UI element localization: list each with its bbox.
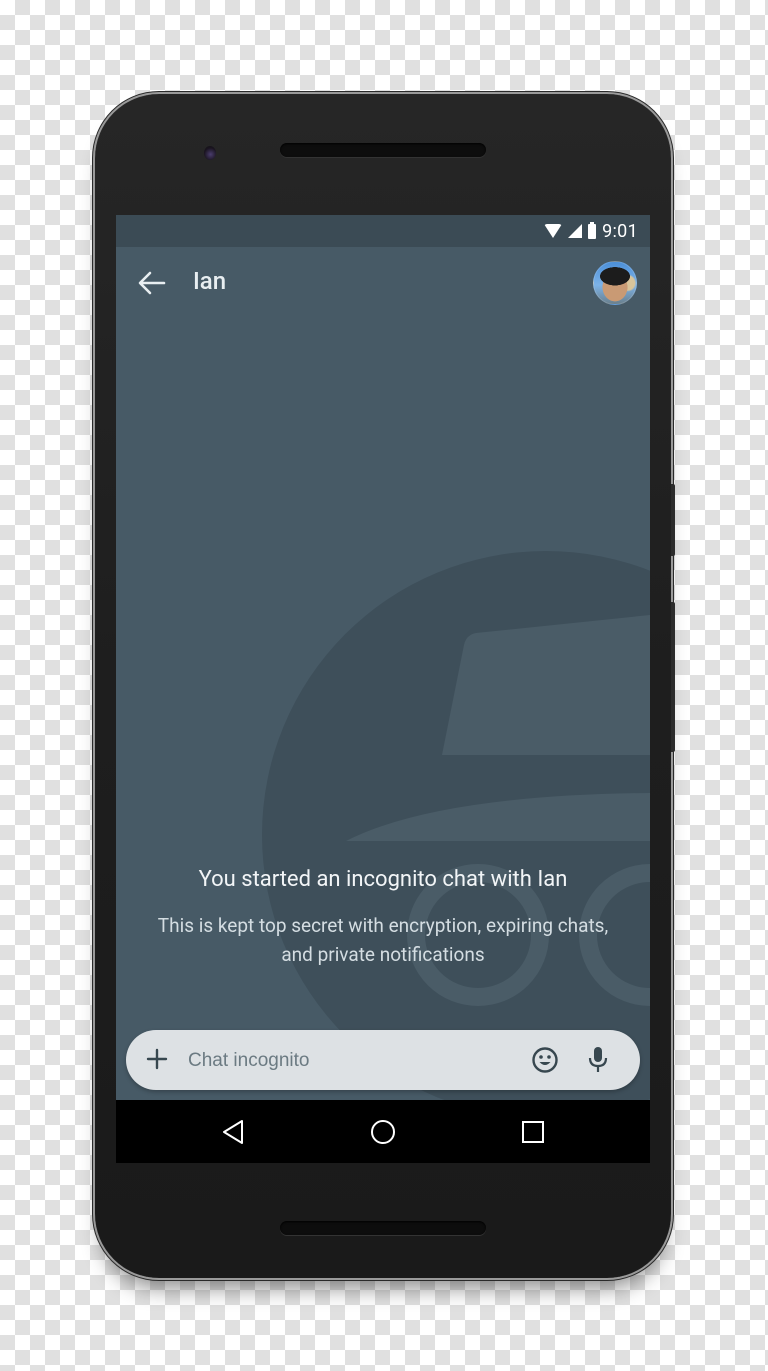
arrow-back-icon[interactable] (134, 269, 170, 297)
front-camera (204, 146, 216, 160)
incognito-icon (262, 551, 650, 1119)
recents-square-icon[interactable] (519, 1118, 547, 1146)
phone-device-frame: 9:01 Ian You started an incognito chat w… (95, 94, 675, 1278)
status-bar: 9:01 (116, 215, 650, 247)
avatar[interactable] (593, 261, 637, 305)
home-circle-icon[interactable] (369, 1118, 397, 1146)
system-navigation-bar (116, 1100, 650, 1163)
microphone-icon[interactable] (587, 1046, 609, 1074)
battery-icon (588, 221, 597, 239)
back-triangle-icon[interactable] (220, 1118, 248, 1146)
contact-name-title: Ian (193, 267, 227, 295)
wifi-icon (544, 224, 563, 238)
earpiece-speaker (280, 143, 486, 157)
volume-rocker (671, 602, 675, 752)
emoji-icon[interactable] (531, 1046, 559, 1074)
plus-icon[interactable] (146, 1048, 168, 1070)
bottom-speaker (280, 1221, 486, 1235)
intro-description: This is kept top secret with encryption,… (157, 914, 609, 966)
power-button (671, 484, 675, 556)
app-bar: Ian (116, 247, 650, 319)
screen: 9:01 Ian You started an incognito chat w… (116, 215, 650, 1163)
incognito-intro: You started an incognito chat with Ian T… (116, 865, 650, 969)
message-composer (126, 1030, 640, 1090)
status-time: 9:01 (602, 220, 638, 242)
cell-signal-icon (568, 224, 583, 238)
intro-title: You started an incognito chat with Ian (198, 867, 568, 892)
chat-input[interactable] (186, 1044, 520, 1078)
